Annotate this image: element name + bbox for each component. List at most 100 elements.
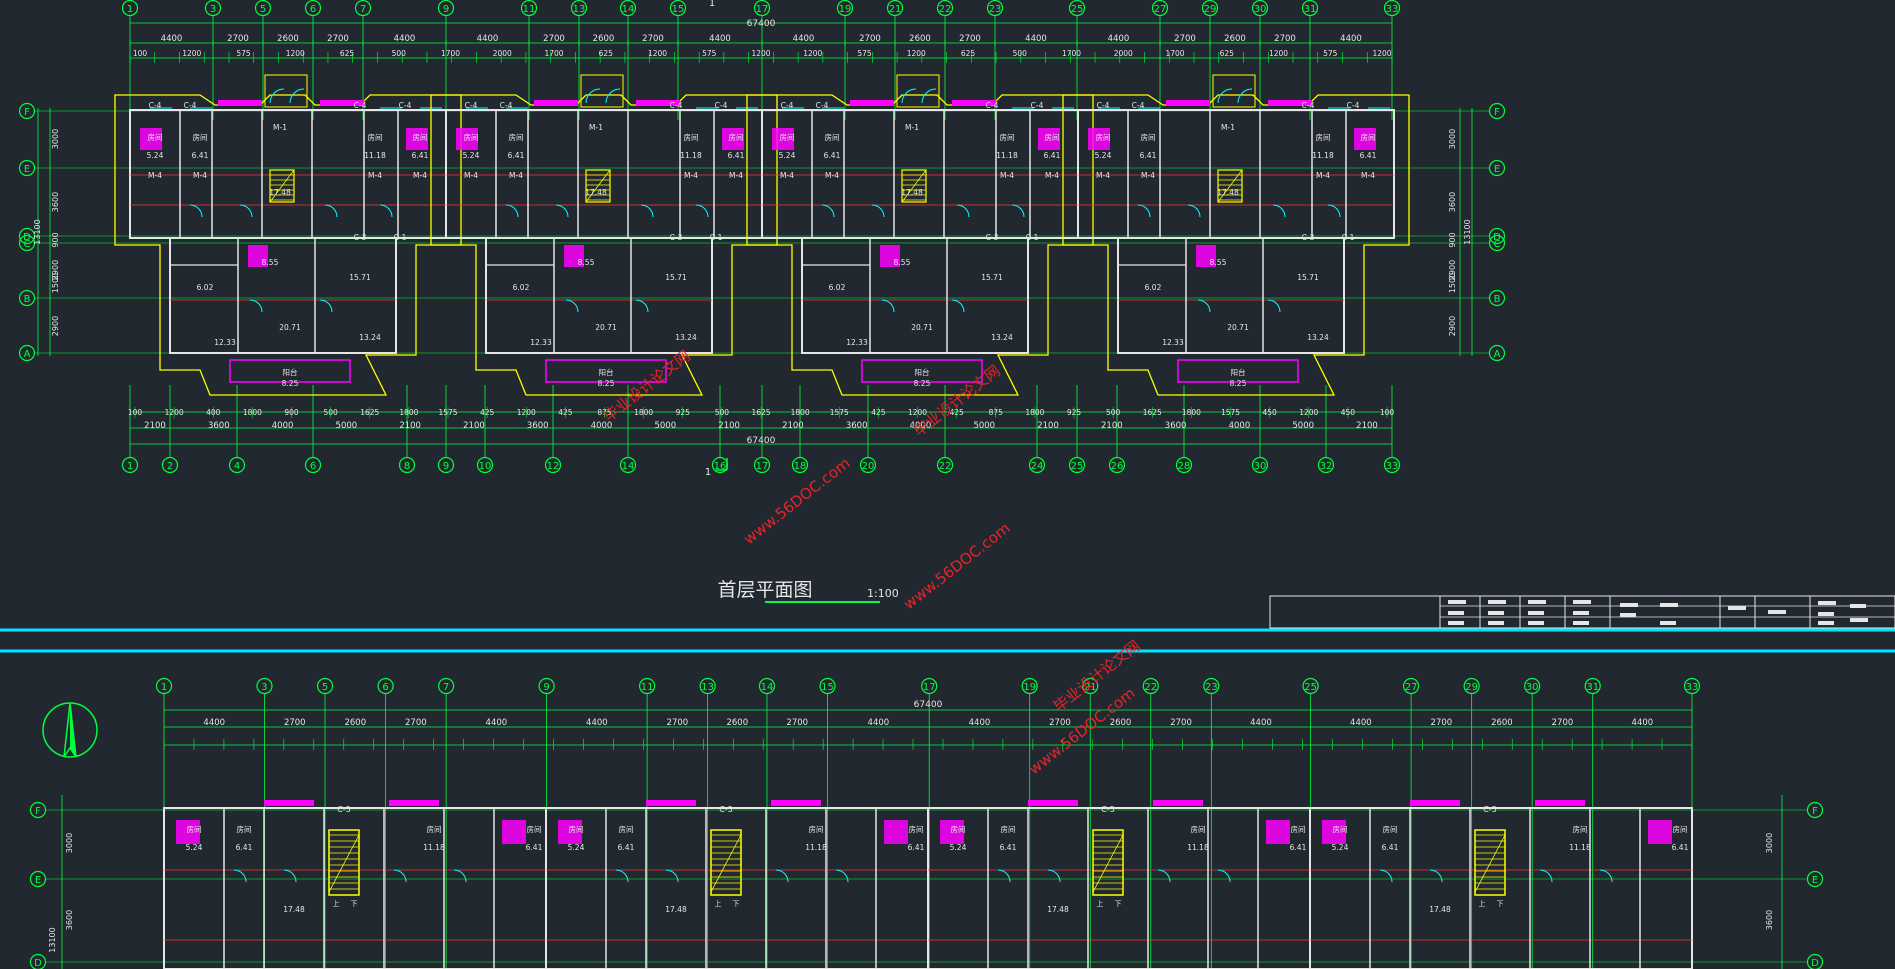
axis-label: F [1812,806,1818,817]
room-label: M-1 [273,123,287,132]
axis-label: 24 [1031,461,1044,472]
plan-scale: 1:100 [867,587,899,600]
axis-label: E [24,164,30,175]
axis-label: F [24,107,30,118]
room-label: 17.48 [585,188,607,197]
dimension-text: 1200 [182,49,201,58]
room-label: 15.71 [1297,273,1319,282]
bathroom-fixture [502,820,526,844]
room-label: 17.48 [269,188,291,197]
axis-label: 30 [1254,4,1267,15]
dimension-text: 2700 [284,718,306,728]
title-block-text-block [1488,611,1504,615]
room-label: 20.71 [1227,323,1249,332]
room-label: 20.71 [279,323,301,332]
dimension-text: 2600 [344,718,366,728]
balcony-rail [218,100,262,106]
dimension-text: 2700 [642,34,664,44]
room-label: 房间 [619,824,634,834]
balcony-rail [1166,100,1210,106]
room-label: 20.71 [595,323,617,332]
axis-label: 2 [167,461,173,472]
axis-label: D [1811,958,1819,969]
dimension-text: 1200 [286,49,305,58]
room-label: 房间 [187,824,202,834]
room-label: 5.24 [463,151,480,160]
room-label: 11.18 [423,843,445,852]
axis-label: D [34,958,42,969]
axis-label: 31 [1586,682,1599,693]
dimension-text: 4000 [1229,421,1251,431]
room-label: 6.41 [1360,151,1377,160]
axis-label: 22 [939,4,952,15]
room-label: C-4 [986,101,999,110]
axis-label: 5 [260,4,266,15]
room-label: 6.41 [412,151,429,160]
room-label: C-3 [986,233,999,242]
axis-label: 32 [1320,461,1333,472]
room-label: 20.71 [911,323,933,332]
room-label: C-4 [184,101,197,110]
title-block-text-block [1728,606,1746,610]
axis-label: 19 [839,4,852,15]
room-label: 6.41 [1672,843,1689,852]
room-label: 房间 [1001,824,1016,834]
dimension-text: 500 [1013,49,1028,58]
room-label: 8.25 [282,379,299,388]
stair-label: C-5 [337,805,351,814]
dimension-text: 575 [857,49,872,58]
dimension-text: 4400 [477,34,499,44]
room-label: 房间 [1361,132,1376,142]
room-label: 房间 [825,132,840,142]
dimension-text: 5000 [336,421,358,431]
room-label: 5.24 [779,151,796,160]
title-block-text-block [1528,621,1544,625]
dimension-text: 3600 [527,421,549,431]
room-label: 5.24 [1095,151,1112,160]
room-label: M-4 [413,171,427,180]
dimension-text: 1200 [1269,49,1288,58]
dimension-text: 2700 [1552,718,1574,728]
room-label: 房间 [1191,824,1206,834]
axis-label: 29 [1204,4,1217,15]
room-label: 房间 [464,132,479,142]
title-block-text-block [1660,621,1676,625]
room-label: 5.24 [950,843,967,852]
axis-label: 11 [641,682,654,693]
dimension-text: 2700 [786,718,808,728]
dimension-text: 500 [392,49,407,58]
axis-label: A [24,349,31,360]
room-label: 5.24 [568,843,585,852]
dimension-text: 4400 [161,34,183,44]
dimension-text: 100 [133,49,148,58]
dimension-text: 2600 [909,34,931,44]
title-block-text-block [1818,621,1834,625]
room-label: C-4 [354,101,367,110]
room-label: 6.02 [197,283,214,292]
room-label: 房间 [729,132,744,142]
room-label: M-4 [1045,171,1059,180]
axis-label: 30 [1254,461,1267,472]
room-label: 13.24 [675,333,697,342]
title-block-text-block [1448,621,1464,625]
balcony-rail [1535,800,1585,806]
cad-drawing-canvas: 1 3 5 6 7 9 11 13 14 15 17 19 21 22 23 25 27 29 30 31 331 2 4 6… [0,0,1895,969]
room-label: M-4 [684,171,698,180]
room-label: 房间 [148,132,163,142]
title-block-text-block [1850,604,1866,608]
room-label: 房间 [527,824,542,834]
title-block-text-block [1488,621,1504,625]
room-label: C-4 [1132,101,1145,110]
dimension-text: 2600 [593,34,615,44]
room-label: 房间 [1673,824,1688,834]
room-label: 6.41 [508,151,525,160]
room-label: 11.18 [805,843,827,852]
dimension-text: 4400 [586,718,608,728]
balcony-rail [771,800,821,806]
axis-label: 23 [989,4,1002,15]
axis-label: 28 [1178,461,1191,472]
dimension-text: 2700 [405,718,427,728]
room-label: 17.48 [665,905,687,914]
room-label: 8.55 [262,258,279,267]
dimension-text: 625 [961,49,976,58]
